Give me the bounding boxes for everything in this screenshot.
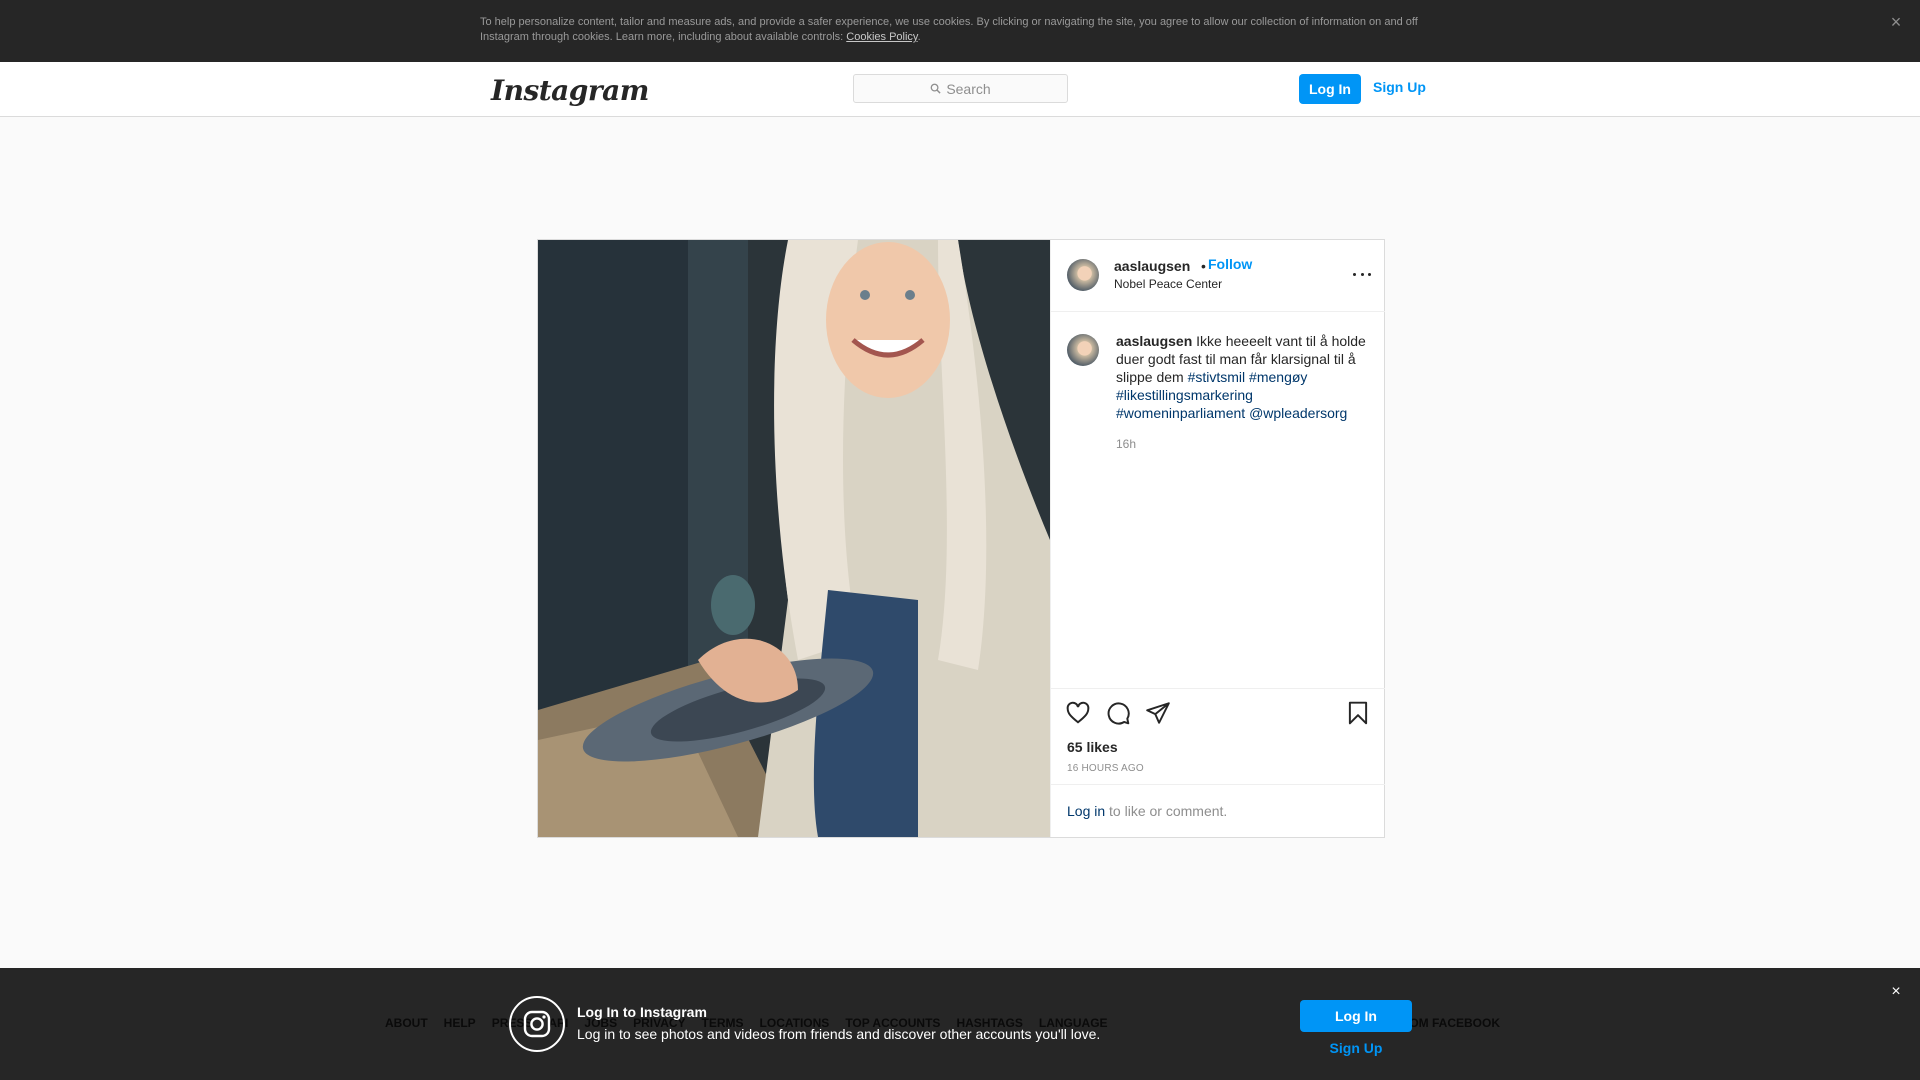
bookmark-icon[interactable] [1345, 700, 1371, 726]
post-location[interactable]: Nobel Peace Center [1114, 277, 1222, 291]
photo-illustration [538, 240, 1050, 837]
login-button[interactable]: Log In [1299, 74, 1361, 104]
overlay-signup-link[interactable]: Sign Up [1300, 1040, 1412, 1056]
login-overlay: ABOUT HELP PRESS API JOBS PRIVACY TERMS … [0, 968, 1920, 1080]
hashtag-link[interactable]: #womeninparliament [1116, 405, 1245, 421]
top-nav: Instagram Search Log In Sign Up [0, 62, 1920, 117]
overlay-close-icon[interactable]: × [1888, 984, 1904, 1000]
search-placeholder: Search [946, 80, 991, 97]
separator-dot: • [1201, 258, 1206, 274]
comment-icon[interactable] [1105, 700, 1131, 726]
share-icon[interactable] [1145, 700, 1171, 726]
caption-username[interactable]: aaslaugsen [1116, 333, 1192, 349]
comment-login-link[interactable]: Log in [1067, 803, 1105, 819]
avatar[interactable] [1067, 259, 1099, 291]
follow-button[interactable]: Follow [1208, 256, 1252, 272]
overlay-subtitle: Log in to see photos and videos from fri… [577, 1026, 1101, 1042]
cookie-close-icon[interactable]: × [1888, 13, 1904, 31]
post-header: aaslaugsen • Follow Nobel Peace Center [1051, 240, 1385, 312]
cookies-policy-link[interactable]: Cookies Policy [846, 31, 917, 43]
instagram-glyph-icon [509, 996, 565, 1052]
search-icon [930, 83, 941, 94]
overlay-login-button[interactable]: Log In [1300, 1000, 1412, 1032]
instagram-logo[interactable]: Instagram [491, 74, 649, 107]
comment-prompt: Log in to like or comment. [1051, 784, 1385, 837]
like-count[interactable]: 65 likes [1067, 739, 1118, 755]
post-card: aaslaugsen • Follow Nobel Peace Center a… [537, 239, 1385, 838]
signup-link[interactable]: Sign Up [1373, 74, 1426, 104]
search-input[interactable]: Search [853, 74, 1068, 103]
overlay-title: Log In to Instagram [577, 1004, 707, 1020]
footer-link-help[interactable]: HELP [444, 1016, 476, 1030]
cookie-message: To help personalize content, tailor and … [480, 16, 1418, 43]
hashtag-link[interactable]: #mengøy [1249, 369, 1307, 385]
footer-link-about[interactable]: ABOUT [385, 1016, 428, 1030]
cookie-text: To help personalize content, tailor and … [480, 16, 1418, 43]
post-caption: aaslaugsen Ikke heeeelt vant til å holde… [1116, 332, 1371, 422]
heart-icon[interactable] [1065, 700, 1091, 726]
post-username[interactable]: aaslaugsen [1114, 258, 1190, 274]
mention-link[interactable]: @wpleadersorg [1249, 405, 1347, 421]
caption-timestamp[interactable]: 16h [1116, 437, 1136, 451]
post-timestamp[interactable]: 16 HOURS AGO [1067, 763, 1144, 774]
more-options-icon[interactable] [1353, 265, 1371, 283]
post-actions: 65 likes 16 HOURS AGO [1051, 688, 1385, 784]
post-sidebar: aaslaugsen • Follow Nobel Peace Center a… [1050, 240, 1385, 837]
hashtag-link[interactable]: #likestillingsmarkering [1116, 387, 1253, 403]
post-photo[interactable] [538, 240, 1050, 837]
comment-prompt-text: to like or comment. [1105, 803, 1228, 819]
hashtag-link[interactable]: #stivtsmil [1188, 369, 1246, 385]
caption-avatar[interactable] [1067, 334, 1099, 366]
cookie-banner: To help personalize content, tailor and … [0, 0, 1920, 62]
